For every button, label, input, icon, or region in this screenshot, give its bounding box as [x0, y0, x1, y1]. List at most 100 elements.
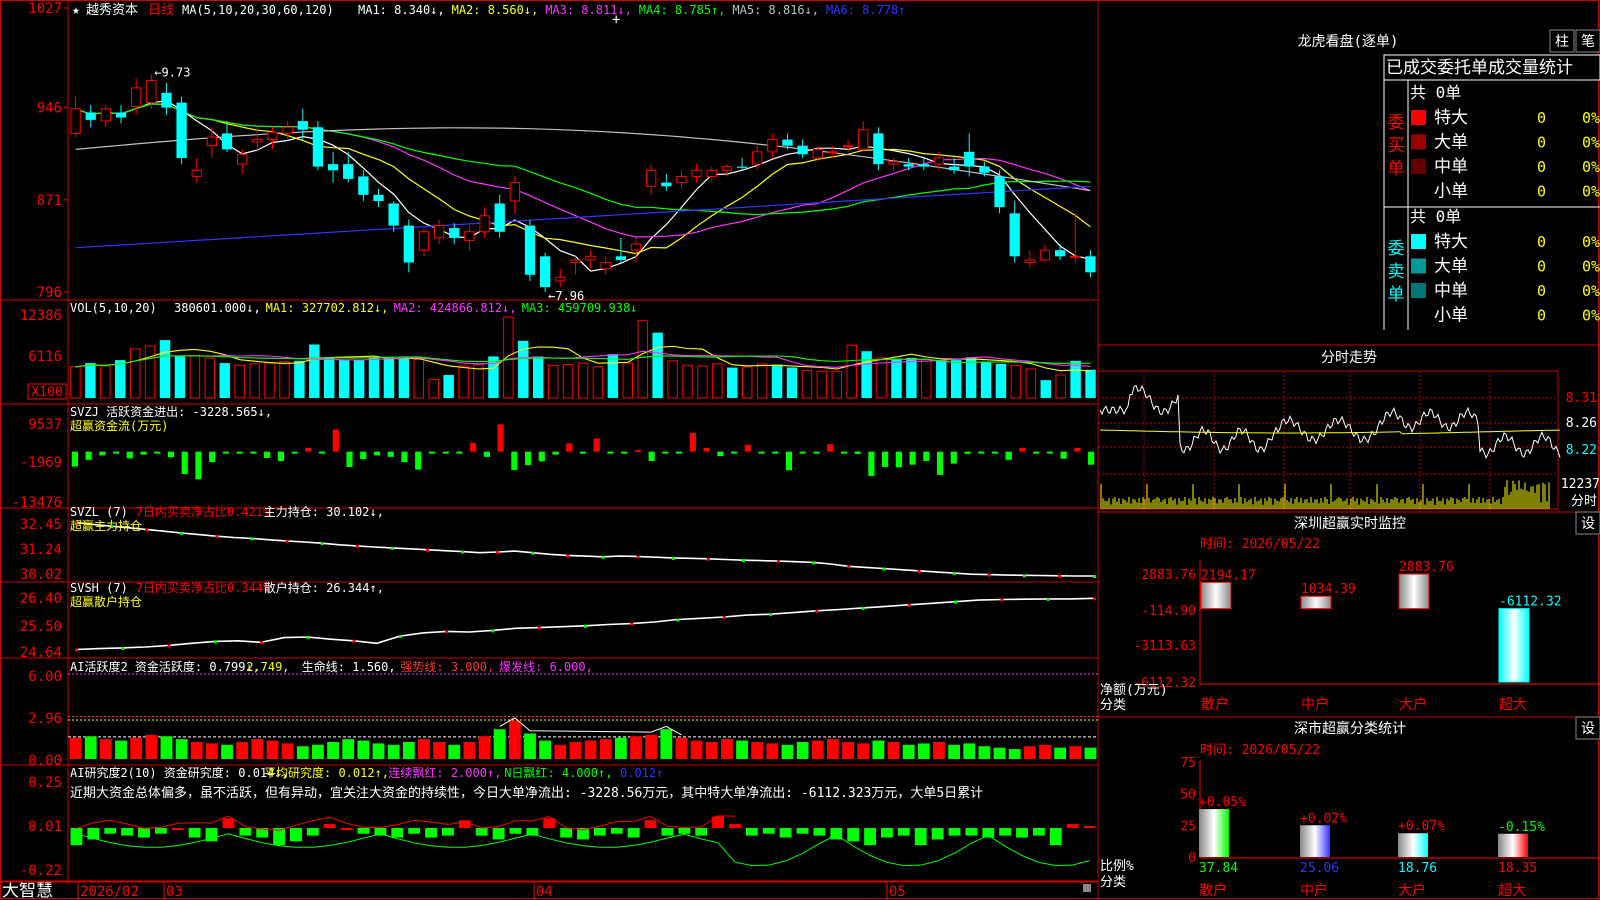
activity-bar[interactable]: [902, 744, 915, 759]
activity-bar[interactable]: [554, 744, 567, 759]
svzj-bar[interactable]: [428, 451, 436, 454]
svzj-bar[interactable]: [1060, 451, 1067, 459]
volume-bar[interactable]: [906, 357, 917, 398]
svzj-bar[interactable]: [621, 451, 628, 454]
svzj-bar[interactable]: [126, 451, 133, 459]
volume-bar[interactable]: [831, 370, 842, 399]
svzj-bar[interactable]: [936, 451, 944, 475]
svzj-bar[interactable]: [1074, 447, 1081, 452]
volume-bar[interactable]: [965, 357, 977, 398]
svzj-bar[interactable]: [99, 451, 106, 456]
svzl-dot[interactable]: [706, 557, 710, 561]
candle[interactable]: [176, 102, 187, 158]
svsh-dot[interactable]: [121, 646, 125, 650]
intraday-chart[interactable]: 分时走势 8.31 8.26 8.22 12237 分时: [1097, 350, 1600, 510]
activity-bar[interactable]: [690, 740, 703, 759]
candle[interactable]: [918, 164, 929, 167]
research-bar[interactable]: [171, 827, 184, 830]
activity-bar[interactable]: [1054, 747, 1067, 759]
volume-bar[interactable]: [368, 357, 380, 398]
research-bar[interactable]: [138, 827, 150, 838]
activity-bar[interactable]: [160, 736, 173, 759]
svzj-bar[interactable]: [566, 443, 573, 452]
svzj-bar[interactable]: [346, 451, 353, 467]
activity-bar[interactable]: [569, 742, 582, 759]
activity-bar[interactable]: [963, 743, 976, 759]
candle[interactable]: [1054, 250, 1066, 257]
svzj-bar[interactable]: [154, 451, 161, 454]
svzl-dot[interactable]: [285, 539, 289, 543]
svsh-dot[interactable]: [584, 624, 587, 628]
volume-bar[interactable]: [219, 363, 230, 398]
volume-bar[interactable]: [861, 351, 872, 398]
candle[interactable]: [827, 151, 839, 154]
candle[interactable]: [418, 231, 430, 251]
volume-bar[interactable]: [876, 357, 887, 399]
candle[interactable]: [691, 169, 702, 177]
svsh-dot[interactable]: [1093, 597, 1096, 601]
volume-bar[interactable]: [70, 366, 81, 399]
research-bar[interactable]: [1049, 827, 1062, 846]
volume-bar[interactable]: [1010, 364, 1022, 399]
volume-bar[interactable]: [383, 357, 395, 398]
volume-bar[interactable]: [727, 367, 738, 398]
volume-bar[interactable]: [338, 360, 350, 398]
svsh-dot[interactable]: [861, 606, 865, 610]
svzj-bar[interactable]: [552, 451, 559, 455]
activity-bar[interactable]: [675, 737, 688, 759]
svzj-bar[interactable]: [854, 451, 861, 454]
activity-bar[interactable]: [402, 742, 415, 759]
candle[interactable]: [373, 194, 384, 202]
candle[interactable]: [1024, 259, 1035, 263]
volume-bar[interactable]: [309, 344, 320, 398]
svzj-bar[interactable]: [799, 451, 806, 454]
svzj-bar[interactable]: [112, 451, 120, 454]
candle[interactable]: [752, 151, 763, 165]
svzl-dot[interactable]: [496, 551, 500, 555]
svzj-bar[interactable]: [744, 444, 751, 452]
research-bar[interactable]: [222, 818, 235, 828]
candle[interactable]: [403, 225, 414, 263]
volume-bar[interactable]: [756, 363, 768, 399]
activity-bar[interactable]: [190, 742, 203, 759]
svzj-bar[interactable]: [524, 451, 532, 466]
svzj-bar[interactable]: [373, 451, 381, 456]
research-bar[interactable]: [661, 827, 674, 836]
activity-bar[interactable]: [433, 742, 446, 759]
activity-bar[interactable]: [115, 740, 127, 759]
volume-bar[interactable]: [846, 344, 857, 399]
svzj-bar[interactable]: [470, 443, 477, 452]
volume-bar[interactable]: [189, 355, 201, 399]
candle[interactable]: [267, 131, 278, 141]
lock-icon[interactable]: [1083, 884, 1091, 892]
volume-bar[interactable]: [398, 357, 410, 398]
svsh-dot[interactable]: [306, 636, 310, 639]
volume-bar[interactable]: [637, 320, 648, 399]
volume-bar[interactable]: [324, 357, 335, 398]
svzj-bar[interactable]: [827, 444, 834, 452]
svsh-dot[interactable]: [537, 626, 541, 630]
svzl-dot[interactable]: [145, 528, 149, 532]
activity-bar[interactable]: [478, 736, 491, 759]
svzj-bar[interactable]: [483, 451, 490, 457]
svzj-bar[interactable]: [332, 429, 339, 452]
favorite-star-icon[interactable]: ★: [72, 3, 80, 18]
research-bar[interactable]: [678, 827, 691, 834]
svzj-bar[interactable]: [85, 451, 92, 460]
volume-bar[interactable]: [1025, 368, 1037, 399]
volume-bar[interactable]: [294, 360, 305, 398]
svsh-dot[interactable]: [398, 635, 402, 639]
svzj-chart[interactable]: 9537 -1969 -13476 SVZJ 活跃资金进出: -3228.565↓,超…: [11, 404, 1095, 511]
svzj-bar[interactable]: [538, 451, 545, 462]
candle[interactable]: [146, 80, 157, 104]
candle[interactable]: [585, 255, 596, 261]
activity-bar[interactable]: [493, 729, 506, 759]
svzl-dot[interactable]: [741, 559, 745, 563]
volume-bar[interactable]: [950, 360, 962, 398]
svzl-dot[interactable]: [426, 548, 430, 552]
volume-bar[interactable]: [936, 360, 947, 398]
candle[interactable]: [1009, 213, 1020, 257]
svzj-bar[interactable]: [964, 451, 971, 454]
svzj-bar[interactable]: [1046, 451, 1054, 454]
research-bar[interactable]: [593, 827, 606, 836]
